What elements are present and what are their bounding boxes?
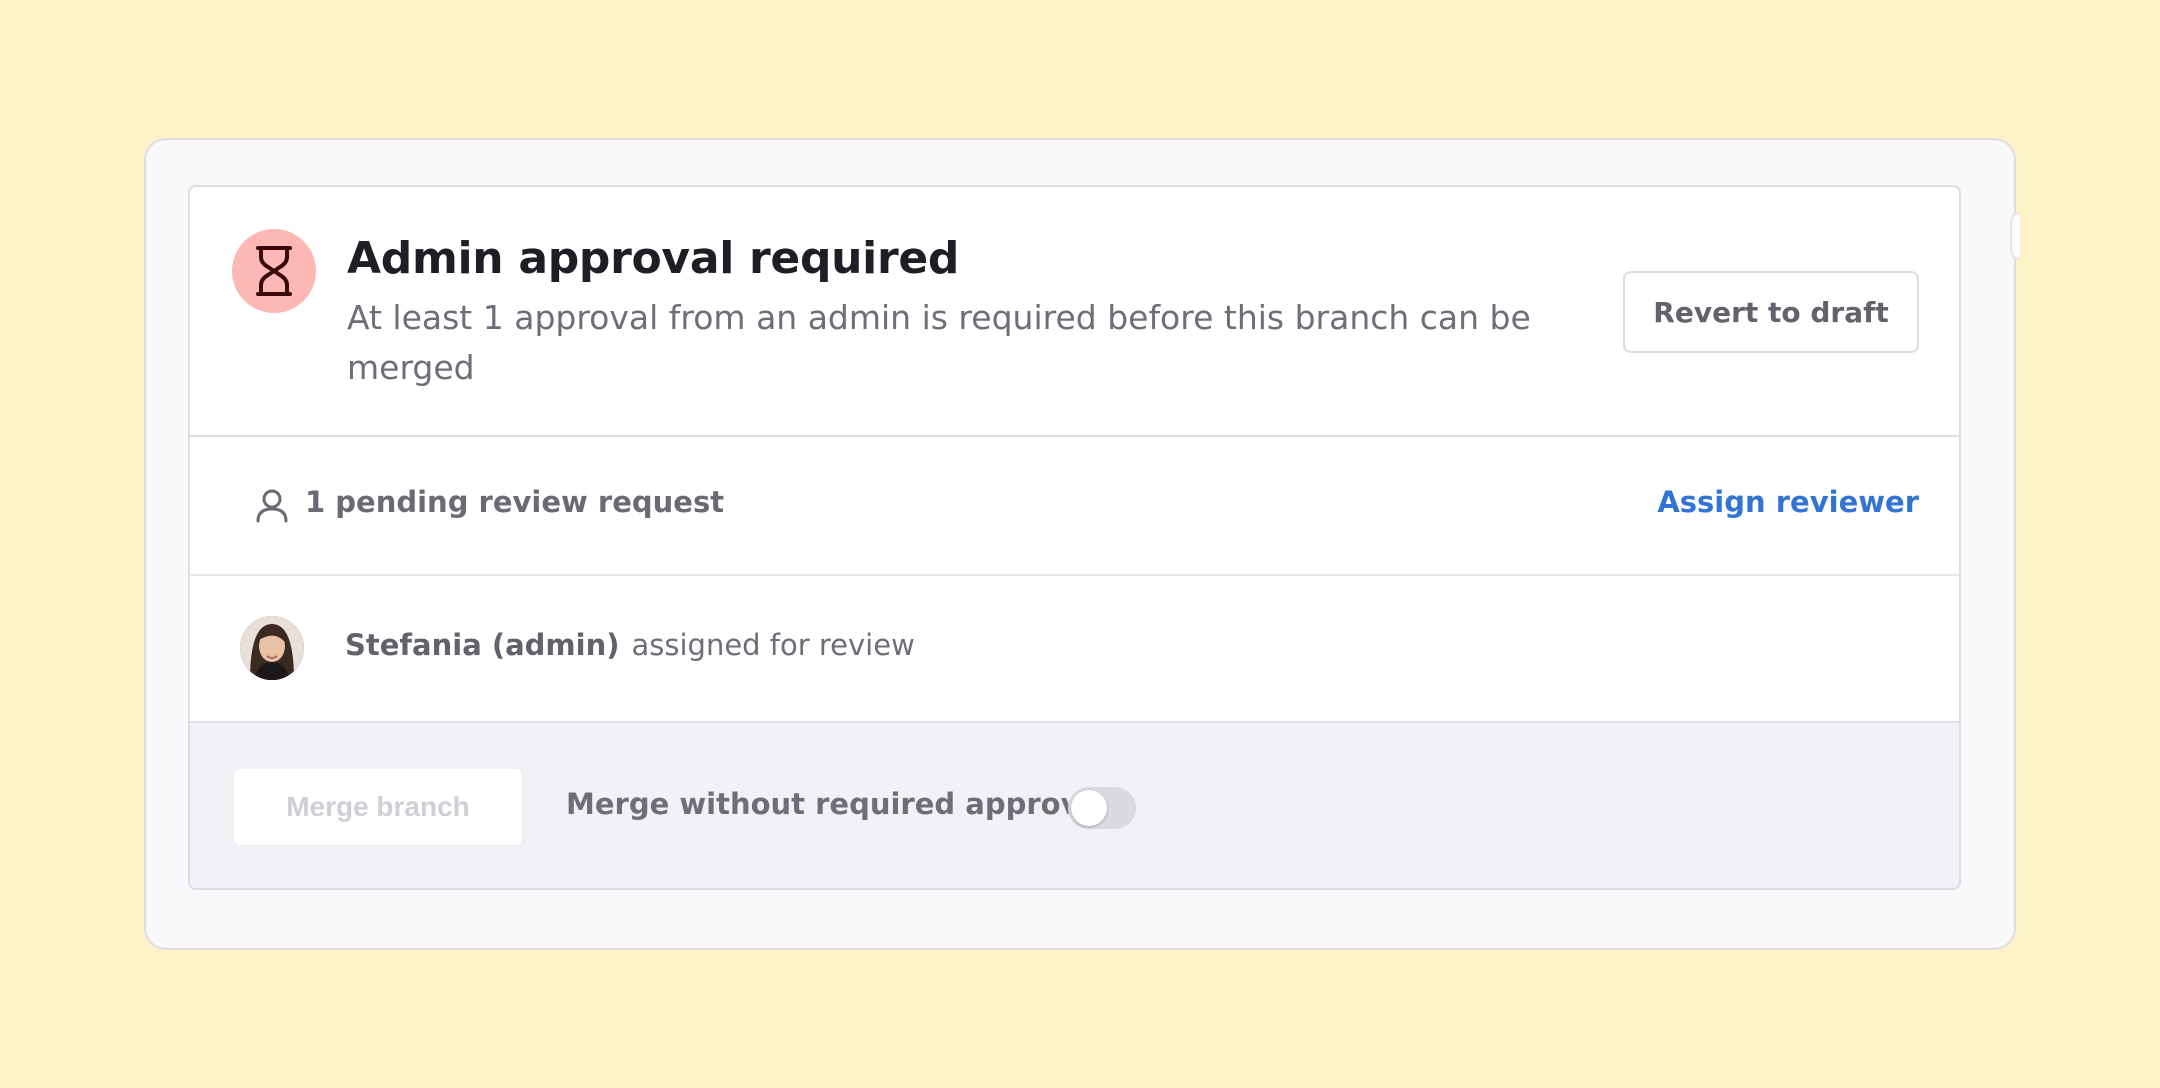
avatar	[240, 616, 304, 680]
approval-header: Admin approval required At least 1 appro…	[190, 187, 1959, 437]
pending-review-count: 1 pending review request	[305, 485, 725, 519]
merge-without-approval-toggle[interactable]	[1068, 787, 1136, 829]
revert-to-draft-button[interactable]: Revert to draft	[1623, 271, 1919, 353]
reviewer-assignment: Stefania (admin) assigned for review	[345, 628, 915, 662]
toggle-knob	[1071, 790, 1107, 826]
merge-branch-button[interactable]: Merge branch	[232, 767, 524, 847]
reviewer-name: Stefania (admin)	[345, 628, 620, 662]
page-title: Admin approval required	[347, 233, 960, 284]
user-icon	[254, 487, 290, 527]
panel-edge-handle	[2010, 212, 2020, 260]
hourglass-icon	[232, 229, 316, 313]
reviewer-status: assigned for review	[631, 628, 915, 662]
merge-footer: Merge branch Merge without required appr…	[190, 723, 1959, 888]
review-requests-row: 1 pending review request Assign reviewer	[190, 437, 1959, 576]
reviewer-row: Stefania (admin) assigned for review	[190, 576, 1959, 723]
merge-status-card: Admin approval required At least 1 appro…	[188, 185, 1961, 890]
assign-reviewer-link[interactable]: Assign reviewer	[1657, 485, 1919, 519]
merge-without-approval-label: Merge without required approval	[566, 787, 1109, 821]
approval-description: At least 1 approval from an admin is req…	[347, 298, 1531, 387]
